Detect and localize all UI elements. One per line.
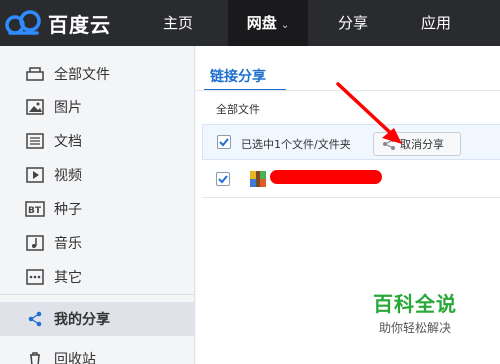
sidebar-item-recycle-bin[interactable]: 回收站 [0,342,195,364]
table-row[interactable] [202,161,500,198]
watermark: 百科全说 助你轻松解决 [360,288,470,336]
sidebar-item-torrents[interactable]: BT 种子 [0,192,195,226]
sidebar-item-all-files[interactable]: 全部文件 [0,57,195,91]
svg-text:BT: BT [28,206,42,216]
sidebar-item-label: 回收站 [54,352,96,364]
row-checkbox[interactable] [216,172,230,186]
trash-icon [24,349,46,364]
top-nav-bar: 百度云 主页 网盘 ⌄ 分享 应用 [0,0,500,46]
bt-icon: BT [24,199,46,219]
logo-text: 百度云 [48,12,111,37]
nav-home[interactable]: 主页 [138,0,218,46]
redacted-filename [270,170,382,184]
checkmark-icon [219,138,229,147]
sidebar-item-label: 视频 [54,168,82,184]
sidebar-item-music[interactable]: 音乐 [0,226,195,260]
sidebar-item-my-shares[interactable]: 我的分享 [0,302,195,336]
sidebar-item-label: 音乐 [54,236,82,252]
checkmark-icon [218,175,228,184]
sidebar-item-label: 种子 [54,202,82,218]
sidebar-divider [0,294,195,295]
document-icon [24,131,46,151]
music-icon [24,233,46,253]
sidebar-item-label: 其它 [54,270,82,286]
tab-link-share[interactable]: 链接分享 [210,66,266,86]
nav-disk-label: 网盘 [246,14,277,32]
nav-share[interactable]: 分享 [318,0,388,46]
watermark-title: 百科全说 [373,292,457,316]
image-icon [24,97,46,117]
sidebar-item-other[interactable]: 其它 [0,260,195,294]
sidebar-item-images[interactable]: 图片 [0,90,195,124]
select-all-checkbox[interactable] [217,135,231,149]
sidebar-item-documents[interactable]: 文档 [0,124,195,158]
nav-disk[interactable]: 网盘 ⌄ [228,0,308,46]
sidebar-item-videos[interactable]: 视频 [0,158,195,192]
breadcrumb[interactable]: 全部文件 [216,101,260,117]
baidu-cloud-logo[interactable]: 百度云 [4,6,134,40]
folder-icon [24,64,46,84]
archive-file-icon [250,171,266,187]
sidebar-item-label: 图片 [54,100,82,116]
annotation-arrow [336,82,402,144]
sidebar: 全部文件 图片 文档 视频 BT 种子 音乐 其它 我的分享 回收站 [0,46,195,364]
sidebar-item-label: 文档 [54,134,82,150]
more-icon [24,267,46,287]
sidebar-item-label: 我的分享 [54,312,110,328]
chevron-down-icon: ⌄ [280,20,290,31]
cloud-logo-icon [5,10,41,35]
nav-apps[interactable]: 应用 [400,0,472,46]
video-icon [24,165,46,185]
sidebar-item-label: 全部文件 [54,67,110,83]
share-icon [24,309,46,329]
watermark-subtitle: 助你轻松解决 [378,321,451,335]
